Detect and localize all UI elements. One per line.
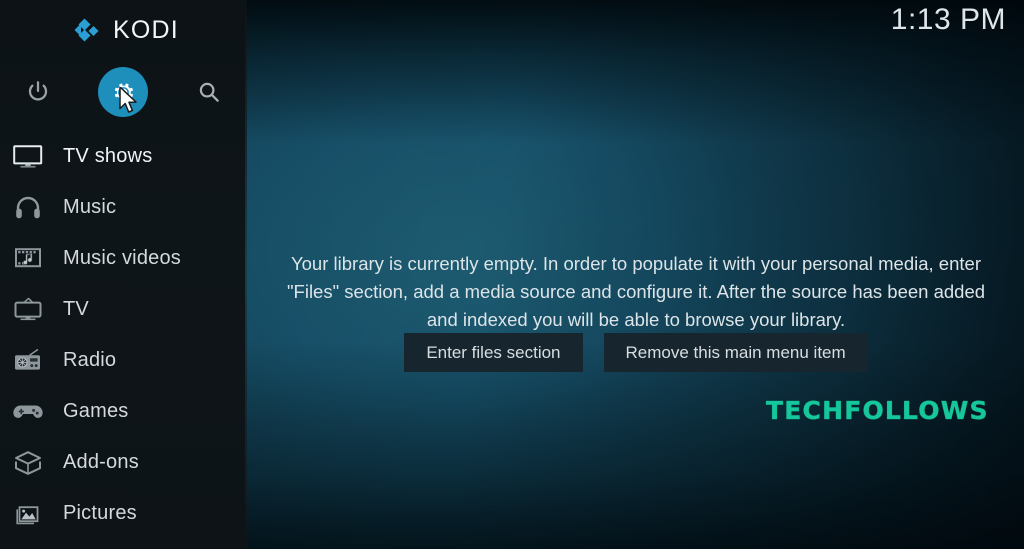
sidebar-item-label: Add-ons: [63, 451, 139, 473]
sidebar-item-tv[interactable]: TV: [0, 284, 247, 335]
main-content: Your library is currently empty. In orde…: [247, 0, 1024, 549]
sidebar-divider: [245, 0, 247, 549]
headphones-icon: [10, 193, 46, 223]
empty-library-message: Your library is currently empty. In orde…: [286, 253, 986, 330]
watermark-text: TECHFOLLOWS: [766, 396, 989, 425]
picture-icon: [10, 499, 46, 529]
sidebar-item-music-videos[interactable]: Music videos: [0, 233, 247, 284]
search-button[interactable]: [180, 63, 238, 121]
sidebar-item-add-ons[interactable]: Add-ons: [0, 437, 247, 488]
sidebar-menu: TV shows Music Music videos TV Radio Gam…: [0, 131, 247, 539]
clock: 1:13 PM: [890, 3, 1006, 36]
television-icon: [10, 295, 46, 325]
sidebar-item-music[interactable]: Music: [0, 182, 247, 233]
enter-files-section-button[interactable]: Enter files section: [404, 333, 583, 372]
top-action-bar: [0, 63, 247, 121]
techfollows-watermark: TECHFOLLOWS: [766, 396, 989, 425]
sidebar: KODI TV shows Music Music videos TV Radi…: [0, 0, 247, 549]
search-icon: [199, 82, 219, 102]
power-icon: [28, 81, 48, 101]
sidebar-item-label: Music videos: [63, 247, 181, 269]
sidebar-item-pictures[interactable]: Pictures: [0, 488, 247, 539]
power-button[interactable]: [9, 63, 67, 121]
sidebar-item-label: TV: [63, 298, 89, 320]
action-button-row: Enter files section Remove this main men…: [283, 333, 989, 372]
gear-icon: [114, 83, 133, 101]
sidebar-item-label: Radio: [63, 349, 117, 371]
film-music-icon: [10, 244, 46, 274]
radio-icon: [10, 346, 46, 376]
kodi-app-window: 1:13 PM Your library is currently empty.…: [0, 0, 1024, 549]
app-logo: KODI: [0, 8, 247, 52]
settings-highlight-circle: [98, 67, 148, 117]
kodi-logo-icon: [74, 18, 99, 42]
sidebar-item-label: Music: [63, 196, 117, 218]
sidebar-item-label: Games: [63, 400, 129, 422]
sidebar-item-label: TV shows: [63, 145, 153, 167]
gamepad-icon: [10, 397, 46, 427]
tv-monitor-icon: [10, 142, 46, 172]
remove-main-menu-item-button[interactable]: Remove this main menu item: [603, 333, 868, 372]
sidebar-item-games[interactable]: Games: [0, 386, 247, 437]
settings-button[interactable]: [94, 63, 152, 121]
sidebar-item-label: Pictures: [63, 502, 137, 524]
sidebar-item-radio[interactable]: Radio: [0, 335, 247, 386]
sidebar-item-tv-shows[interactable]: TV shows: [0, 131, 247, 182]
open-box-icon: [10, 448, 46, 478]
app-logo-text: KODI: [113, 15, 179, 44]
